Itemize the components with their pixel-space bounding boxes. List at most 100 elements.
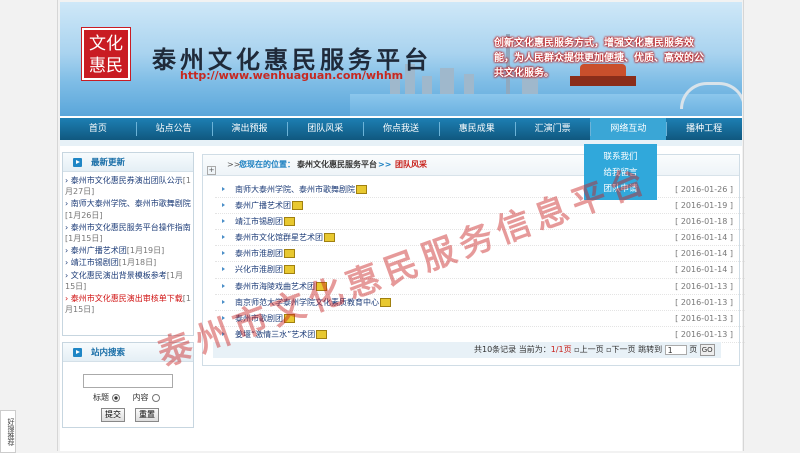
left-border	[57, 0, 58, 451]
bullet-icon	[222, 267, 225, 272]
list-item[interactable]: › 泰州市文化惠民服务平台操作指南[1月15日]	[65, 222, 191, 244]
row-title[interactable]: 靖江市锡剧团	[235, 214, 295, 229]
banner-building	[464, 74, 474, 94]
nav-item-achievements[interactable]: 惠民成果	[438, 118, 515, 140]
list-item[interactable]: › 泰州市文化惠民券演出团队公示[1月27日]	[65, 175, 191, 197]
latest-updates-title: 最新更新	[91, 158, 126, 168]
breadcrumb-current[interactable]: 团队风采	[395, 155, 427, 175]
site-logo[interactable]: 文化惠民	[81, 27, 131, 81]
news-date: [1月26日]	[65, 210, 103, 220]
pagination-info: 共10条记录 当前为：1/1页 ▫上一页 ▫下一页 跳转到 1 页 GO	[474, 342, 715, 358]
breadcrumb-separator: >>	[378, 160, 392, 169]
bullet-icon	[222, 235, 225, 240]
list-item[interactable]: › 泰州市文化惠民演出审核单下载[1月15日]	[65, 293, 191, 315]
nav-item-team-showcase[interactable]: 团队风采	[287, 118, 363, 140]
jump-label: 跳转到	[638, 345, 663, 354]
new-badge-icon	[284, 249, 295, 259]
prev-link[interactable]: 上一页	[580, 345, 604, 354]
nav-item-announcements[interactable]: 站点公告	[135, 118, 212, 140]
pagination-page: 1/1页	[550, 345, 572, 354]
side-recommend-tab[interactable]: 好搜推荐	[0, 410, 16, 453]
radio-title[interactable]	[112, 393, 120, 402]
row-title[interactable]: 泰州广播艺术团	[235, 198, 303, 213]
row-date: [ 2016-01-14 ]	[675, 233, 733, 243]
site-url: http://www.wenhuaguan.com/whhm	[180, 69, 404, 82]
row-title-text[interactable]: 兴化市淮剧团	[235, 265, 283, 274]
radio-content-label: 内容	[132, 393, 149, 402]
nav-item-you-order-we-deliver[interactable]: 你点我送	[363, 118, 439, 140]
reset-button[interactable]: 重置	[135, 408, 159, 422]
breadcrumb-here: 您现在的位置：	[239, 160, 295, 169]
row-date: [ 2016-01-14 ]	[675, 265, 733, 275]
radio-title-label: 标题	[93, 393, 109, 402]
nav-item-tickets[interactable]: 汇演门票	[514, 118, 591, 140]
latest-updates-header: 最新更新	[63, 153, 193, 172]
arrow-icon	[73, 348, 82, 357]
new-badge-icon	[284, 217, 295, 227]
row-title[interactable]: 泰州市文化馆群星艺术团	[235, 230, 335, 245]
site-search-title: 站内搜索	[91, 348, 126, 358]
new-badge-icon	[380, 297, 391, 307]
pagination-next[interactable]: ▫下一页	[606, 345, 635, 354]
main-nav: 首页 站点公告 演出预报 团队风采 你点我送 惠民成果 汇演门票 网络互动 播种…	[60, 118, 742, 140]
row-title[interactable]: 兴化市淮剧团	[235, 262, 295, 277]
search-input[interactable]	[83, 374, 173, 388]
nav-item-home[interactable]: 首页	[60, 118, 136, 140]
news-title[interactable]: 泰州广播艺术团	[71, 246, 127, 255]
nav-item-sowing-project[interactable]: 播种工程	[666, 118, 742, 140]
list-item[interactable]: › 南师大泰州学院、泰州市歌舞剧院[1月26日]	[65, 198, 191, 220]
banner-building	[440, 68, 454, 94]
banner-building	[422, 76, 432, 94]
banner-bridge	[680, 82, 742, 109]
submit-button[interactable]: 提交	[101, 408, 125, 422]
nav-item-performance-forecast[interactable]: 演出预报	[211, 118, 288, 140]
new-badge-icon	[292, 201, 303, 211]
radio-content[interactable]	[151, 393, 160, 402]
news-title[interactable]: 靖江市锡剧团	[71, 258, 119, 267]
arrow-icon	[73, 158, 82, 167]
news-title[interactable]: 泰州市文化惠民券演出团队公示	[71, 176, 183, 185]
bullet-icon	[222, 283, 225, 288]
row-date: [ 2016-01-13 ]	[675, 281, 733, 291]
go-button[interactable]: GO	[699, 343, 715, 356]
pagination-total: 共10条记录 当前为：	[474, 345, 551, 354]
bullet-icon	[222, 203, 225, 208]
row-title-text[interactable]: 泰州市淮剧团	[235, 249, 283, 258]
row-date: [ 2016-01-14 ]	[675, 249, 733, 259]
row-title-text[interactable]: 靖江市锡剧团	[235, 217, 283, 226]
header-banner: 文化惠民 泰州文化惠民服务平台 http://www.wenhuaguan.co…	[60, 2, 742, 116]
news-title[interactable]: 泰州市文化惠民服务平台操作指南	[71, 223, 191, 232]
new-badge-icon	[316, 329, 328, 339]
nav-item-interaction[interactable]: 网络互动	[590, 118, 667, 140]
search-scope: 标题 内容	[93, 392, 164, 403]
latest-updates-box: 最新更新 › 泰州市文化惠民券演出团队公示[1月27日] › 南师大泰州学院、泰…	[62, 152, 194, 336]
list-item[interactable]: › 泰州广播艺术团[1月19日]	[65, 245, 191, 256]
row-title[interactable]: 南师大泰州学院、泰州市歌舞剧院	[235, 182, 367, 197]
page-unit: 页	[689, 345, 698, 354]
new-badge-icon	[324, 233, 335, 243]
row-title-text[interactable]: 泰州市文化馆群星艺术团	[235, 233, 323, 242]
row-date: [ 2016-01-13 ]	[675, 297, 733, 307]
news-title[interactable]: 文化惠民演出背景模板参考	[71, 271, 167, 280]
latest-updates-list: › 泰州市文化惠民券演出团队公示[1月27日] › 南师大泰州学院、泰州市歌舞剧…	[63, 172, 193, 315]
pagination-prev[interactable]: ▫上一页	[574, 345, 603, 354]
row-date: [ 2016-01-19 ]	[675, 201, 733, 211]
breadcrumb-site[interactable]: 泰州文化惠民服务平台	[297, 155, 377, 175]
page-input[interactable]: 1	[664, 344, 687, 355]
news-title[interactable]: 南师大泰州学院、泰州市歌舞剧院	[71, 199, 191, 208]
row-title-text[interactable]: 南师大泰州学院、泰州市歌舞剧院	[235, 185, 355, 194]
next-link[interactable]: 下一页	[612, 345, 636, 354]
list-item[interactable]: › 文化惠民演出背景模板参考[1月15日]	[65, 270, 191, 292]
pagination: 共10条记录 当前为：1/1页 ▫上一页 ▫下一页 跳转到 1 页 GO	[213, 342, 721, 358]
list-item[interactable]: › 靖江市锡剧团[1月18日]	[65, 257, 191, 268]
news-title[interactable]: 泰州市文化惠民演出审核单下载	[71, 294, 183, 303]
bullet-icon	[222, 187, 225, 191]
row-title-text[interactable]: 泰州广播艺术团	[235, 201, 291, 210]
news-date: [1月18日]	[118, 258, 157, 268]
new-badge-icon	[356, 185, 367, 194]
row-title[interactable]: 泰州市淮剧团	[235, 246, 295, 261]
row-date: [ 2016-01-18 ]	[675, 217, 733, 227]
bullet-icon	[222, 219, 225, 224]
slogan: 创新文化惠民服务方式，增强文化惠民服务效能，为人民群众提供更加便捷、优质、高效的…	[494, 38, 704, 79]
collapse-icon[interactable]: +	[207, 166, 216, 175]
